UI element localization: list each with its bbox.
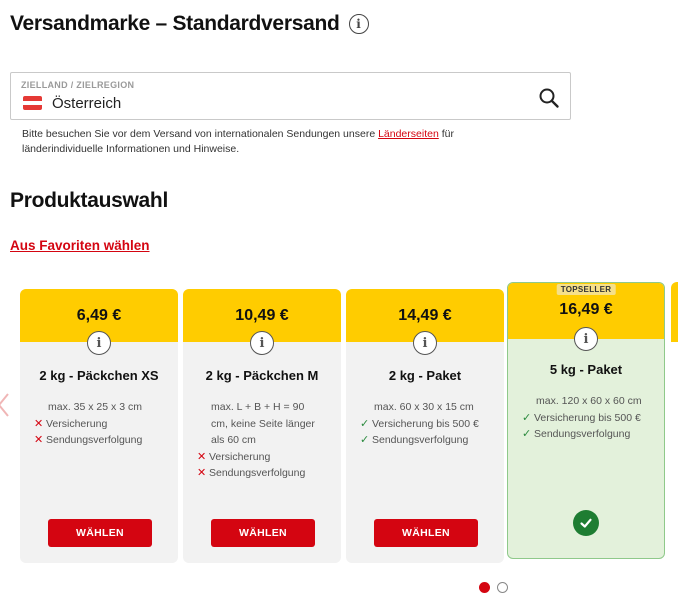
cross-icon: ✕ <box>197 450 207 463</box>
check-icon: ✓ <box>522 411 532 424</box>
check-icon: ✓ <box>360 434 370 446</box>
info-icon[interactable]: i <box>413 331 437 355</box>
note-text-before: Bitte besuchen Sie vor dem Versand von i… <box>22 128 379 140</box>
cross-icon: ✕ <box>197 467 207 479</box>
feature-label: Sendungsverfolgung <box>209 467 306 479</box>
selected-check-icon <box>573 510 599 536</box>
country-pages-link[interactable]: Länderseiten <box>378 128 439 140</box>
select-button[interactable]: WÄHLEN <box>48 519 152 547</box>
check-icon: ✓ <box>522 428 532 440</box>
product-specs: max. 120 x 60 x 60 cm ✓ Versicherung bis … <box>522 393 654 443</box>
info-icon[interactable]: i <box>348 14 369 34</box>
feature-label: Sendungsverfolgung <box>534 428 631 440</box>
product-price: 14,49 € <box>398 306 452 324</box>
feature-item: ✕ Sendungsverfolgung <box>197 465 331 482</box>
topseller-badge: TOPSELLER <box>556 284 616 295</box>
product-price: 10,49 € <box>235 306 289 324</box>
destination-label: ZIELLAND / ZIELREGION <box>21 80 135 90</box>
product-specs: max. L + B + H = 90 cm, keine Seite läng… <box>197 399 331 482</box>
cross-icon: ✕ <box>34 417 44 430</box>
feature-label: Sendungsverfolgung <box>46 434 143 446</box>
feature-item: ✕ Versicherung <box>197 449 331 466</box>
feature-label: Versicherung <box>46 417 108 430</box>
section-title: Produktauswahl <box>10 189 168 212</box>
product-card[interactable]: 6,49 € i 2 kg - Päckchen XS max. 35 x 25… <box>20 289 178 563</box>
product-card[interactable]: 10,49 € i 2 kg - Päckchen M max. L + B +… <box>183 289 341 563</box>
cross-icon: ✕ <box>34 434 44 446</box>
product-specs: max. 60 x 30 x 15 cm ✓ Versicherung bis 5… <box>360 399 494 449</box>
austria-flag-icon <box>23 96 42 110</box>
pagination-dot-1[interactable] <box>479 582 490 593</box>
info-icon[interactable]: i <box>250 331 274 355</box>
product-dimensions: max. L + B + H = 90 cm, keine Seite läng… <box>211 401 315 446</box>
select-button[interactable]: WÄHLEN <box>374 519 478 547</box>
carousel-pagination <box>479 582 508 593</box>
international-note: Bitte besuchen Sie vor dem Versand von i… <box>22 127 532 157</box>
product-dimensions: max. 120 x 60 x 60 cm <box>536 395 642 407</box>
destination-value: Österreich <box>52 95 122 112</box>
check-icon: ✓ <box>360 417 370 430</box>
feature-item: ✓ Sendungsverfolgung <box>522 426 654 443</box>
feature-item: ✓ Sendungsverfolgung <box>360 432 494 449</box>
search-icon[interactable] <box>538 87 560 109</box>
product-price: 16,49 € <box>559 301 613 318</box>
product-name: 2 kg - Paket <box>388 368 462 383</box>
carousel-prev-icon[interactable] <box>0 392 10 418</box>
page-header: Versandmarke – Standardversand i <box>10 12 369 36</box>
product-price: 6,49 € <box>76 306 122 324</box>
page-title: Versandmarke – Standardversand <box>10 12 340 35</box>
product-specs: max. 35 x 25 x 3 cm ✕ Versicherung ✕ Sendu… <box>34 399 168 449</box>
next-product-card-peek[interactable] <box>671 282 678 342</box>
favorites-link[interactable]: Aus Favoriten wählen <box>10 238 150 253</box>
select-button[interactable]: WÄHLEN <box>211 519 315 547</box>
feature-label: Versicherung bis 500 € <box>372 417 479 430</box>
feature-item: ✓ Versicherung bis 500 € <box>360 416 494 433</box>
feature-label: Versicherung <box>209 450 271 463</box>
info-icon[interactable]: i <box>87 331 111 355</box>
feature-item: ✓ Versicherung bis 500 € <box>522 410 654 427</box>
product-name: 2 kg - Päckchen M <box>205 368 319 383</box>
product-dimensions: max. 35 x 25 x 3 cm <box>48 401 142 413</box>
feature-item: ✕ Sendungsverfolgung <box>34 432 168 449</box>
destination-select[interactable]: ZIELLAND / ZIELREGION Österreich <box>10 72 571 120</box>
pagination-dot-2[interactable] <box>497 582 508 593</box>
feature-item: ✕ Versicherung <box>34 416 168 433</box>
product-dimensions: max. 60 x 30 x 15 cm <box>374 401 474 413</box>
feature-label: Versicherung bis 500 € <box>534 411 641 424</box>
product-name: 2 kg - Päckchen XS <box>39 368 159 383</box>
product-card[interactable]: 14,49 € i 2 kg - Paket max. 60 x 30 x 15… <box>346 289 504 563</box>
feature-label: Sendungsverfolgung <box>372 434 469 446</box>
product-card-selected[interactable]: TOPSELLER 16,49 € i 5 kg - Paket max. 12… <box>507 282 665 559</box>
product-name: 5 kg - Paket <box>549 362 623 377</box>
info-icon[interactable]: i <box>574 327 598 351</box>
